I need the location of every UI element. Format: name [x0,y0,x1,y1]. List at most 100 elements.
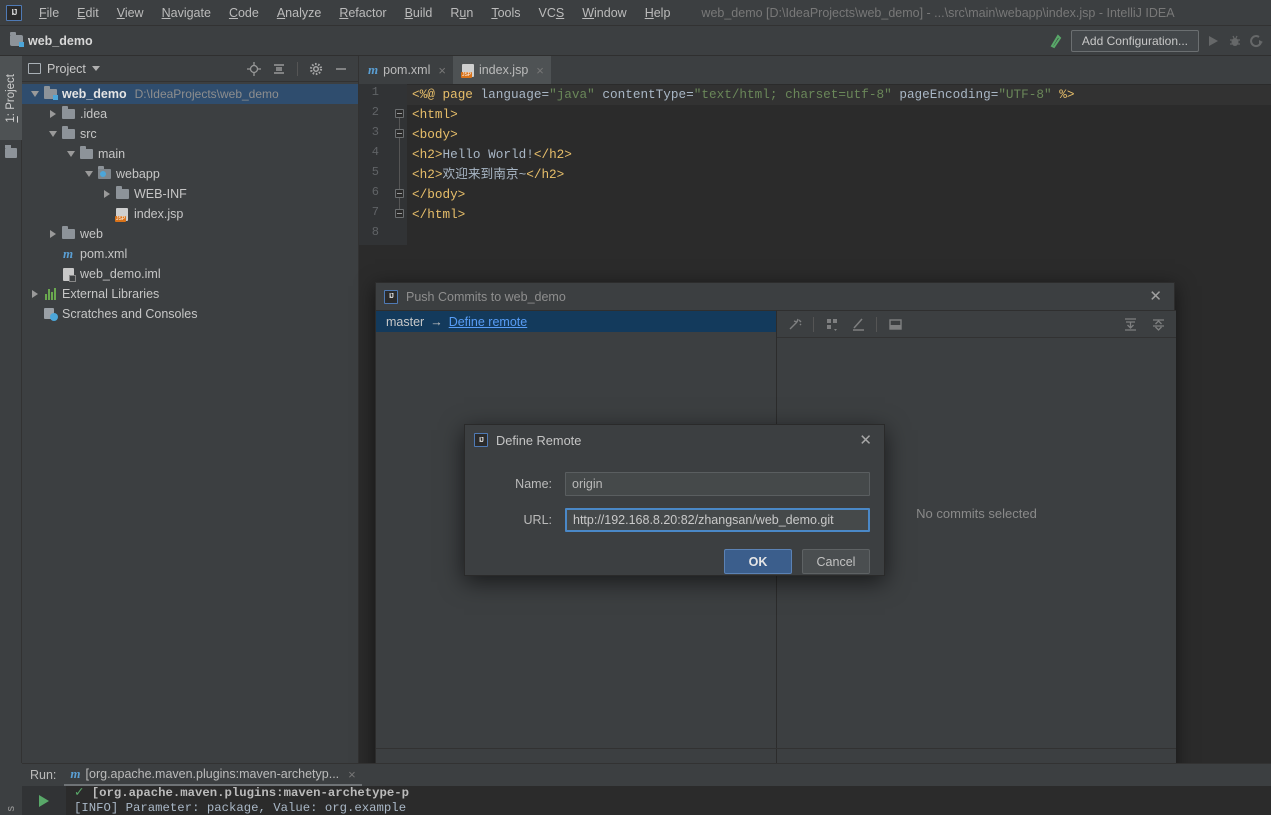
menu-item-view[interactable]: View [108,3,153,23]
menu-item-vcs[interactable]: VCS [530,3,574,23]
menu-item-tools[interactable]: Tools [482,3,529,23]
fold-marker[interactable] [395,109,404,118]
code-content[interactable]: <%@ page language="java" contentType="te… [407,84,1271,245]
tree-node-web-inf[interactable]: WEB-INF [22,184,358,204]
collapse-arrow-icon[interactable] [46,131,60,137]
expand-arrow-icon[interactable] [46,110,60,118]
run-label: Run: [30,768,57,782]
tree-node-main[interactable]: main [22,144,358,164]
settings-gear-icon[interactable] [309,62,323,76]
webapp-folder-icon [97,166,111,179]
console-line-2: [INFO] Parameter: package, Value: org.ex… [74,801,407,815]
menu-item-window[interactable]: Window [573,3,635,23]
tree-node-index-jsp[interactable]: index.jsp [22,204,358,224]
run-tab[interactable]: m [org.apache.maven.plugins:maven-archet… [64,764,362,786]
run-with-coverage-icon[interactable] [1249,33,1265,49]
code-editor[interactable]: 1 2 3 4 5 6 7 8 <%@ page language="java" conten… [359,84,1271,245]
chevron-down-icon[interactable] [91,66,100,71]
run-icon[interactable] [1205,33,1221,49]
editor-tab-index-jsp[interactable]: index.jsp × [452,56,551,84]
folder-icon [61,226,75,239]
collapse-arrow-icon[interactable] [28,91,42,97]
tree-node-web-demo[interactable]: web_demo D:\IdeaProjects\web_demo [22,84,358,104]
menu-item-navigate[interactable]: Navigate [153,3,220,23]
close-icon[interactable]: × [536,63,544,78]
collapse-arrow-icon[interactable] [82,171,96,177]
remote-url-input[interactable] [565,508,870,532]
line-number: 4 [371,145,379,159]
expand-arrow-icon[interactable] [100,190,114,198]
project-panel-header: Project [22,56,358,82]
project-panel-title: Project [47,61,86,76]
close-icon[interactable]: × [348,767,356,782]
menu-item-build[interactable]: Build [396,3,442,23]
code-line-7: </html> [412,207,466,222]
maven-pom-icon: m [70,766,81,781]
menu-item-run[interactable]: Run [441,3,482,23]
push-dialog-titlebar: IJ Push Commits to web_demo ✕ [376,283,1174,310]
tree-node-label: web_demo.iml [80,267,161,281]
define-remote-link[interactable]: Define remote [449,315,528,329]
menu-bar: IJ File Edit View Navigate Code Analyze Refact… [0,0,1271,26]
folder-icon [115,186,129,199]
bottom-left-strip: s [0,763,22,815]
editor-tab-pom-xml[interactable]: m pom.xml × [359,56,453,84]
expand-arrow-icon[interactable] [46,230,60,238]
intellij-logo-icon: IJ [474,433,488,447]
tree-node-src[interactable]: src [22,124,358,144]
close-icon[interactable]: ✕ [859,433,872,448]
cancel-button[interactable]: Cancel [802,549,870,574]
push-branch-row[interactable]: master → Define remote [376,311,776,332]
tree-node-idea[interactable]: .idea [22,104,358,124]
run-tab-label: [org.apache.maven.plugins:maven-archetyp… [85,767,340,781]
hide-icon[interactable] [334,62,348,76]
intellij-logo-icon: IJ [384,289,398,304]
project-panel-actions [247,61,352,76]
collapse-all-icon[interactable] [272,62,286,76]
structure-folder-icon[interactable] [5,145,17,158]
fold-marker[interactable] [395,189,404,198]
project-view-icon [28,63,41,74]
tree-node-pom-xml[interactable]: m pom.xml [22,244,358,264]
tree-node-external-libraries[interactable]: External Libraries [22,284,358,304]
locate-target-icon[interactable] [247,61,261,76]
ok-button[interactable]: OK [724,549,792,574]
debug-icon[interactable] [1227,33,1243,49]
line-number: 8 [371,225,379,239]
close-icon[interactable]: ✕ [1149,289,1162,304]
maven-pom-icon: m [62,246,74,261]
tree-node-label: index.jsp [134,207,184,221]
expand-arrow-icon[interactable] [28,290,42,298]
add-configuration-button[interactable]: Add Configuration... [1070,29,1199,52]
sidebar-item-project-tab[interactable]: 1: Project [0,56,22,140]
rerun-icon[interactable] [39,795,49,807]
menu-items: File Edit View Navigate Code Analyze Refactor B… [30,3,679,23]
menu-item-help[interactable]: Help [636,3,680,23]
menu-item-code[interactable]: Code [220,3,268,23]
menu-item-edit[interactable]: Edit [68,3,108,23]
tree-node-webapp[interactable]: webapp [22,164,358,184]
tree-node-label: WEB-INF [134,187,187,201]
tree-node-label: src [80,127,97,141]
close-icon[interactable]: × [438,63,446,78]
build-hammer-icon[interactable] [1049,33,1065,49]
menu-item-file[interactable]: File [30,3,68,23]
tree-node-label: webapp [116,167,160,181]
fold-marker[interactable] [395,209,404,218]
remote-url-row: URL: [465,507,870,533]
tree-node-scratches-and-consoles[interactable]: Scratches and Consoles [22,304,358,324]
menu-item-refactor[interactable]: Refactor [330,3,395,23]
tree-node-web[interactable]: web [22,224,358,244]
code-line-3: <body> [412,127,458,142]
run-console[interactable]: ✓ [org.apache.maven.plugins:maven-archet… [22,786,1271,815]
tree-node-label: pom.xml [80,247,128,261]
tree-node-web-demo-iml[interactable]: web_demo.iml [22,264,358,284]
collapse-arrow-icon[interactable] [64,151,78,157]
menu-item-analyze[interactable]: Analyze [268,3,330,23]
breadcrumb[interactable]: web_demo [10,32,93,48]
remote-name-input[interactable] [565,472,870,496]
navigation-bar: web_demo Add Configuration... [0,26,1271,56]
project-tree[interactable]: web_demo D:\IdeaProjects\web_demo .idea src… [22,82,358,324]
fold-marker[interactable] [395,129,404,138]
